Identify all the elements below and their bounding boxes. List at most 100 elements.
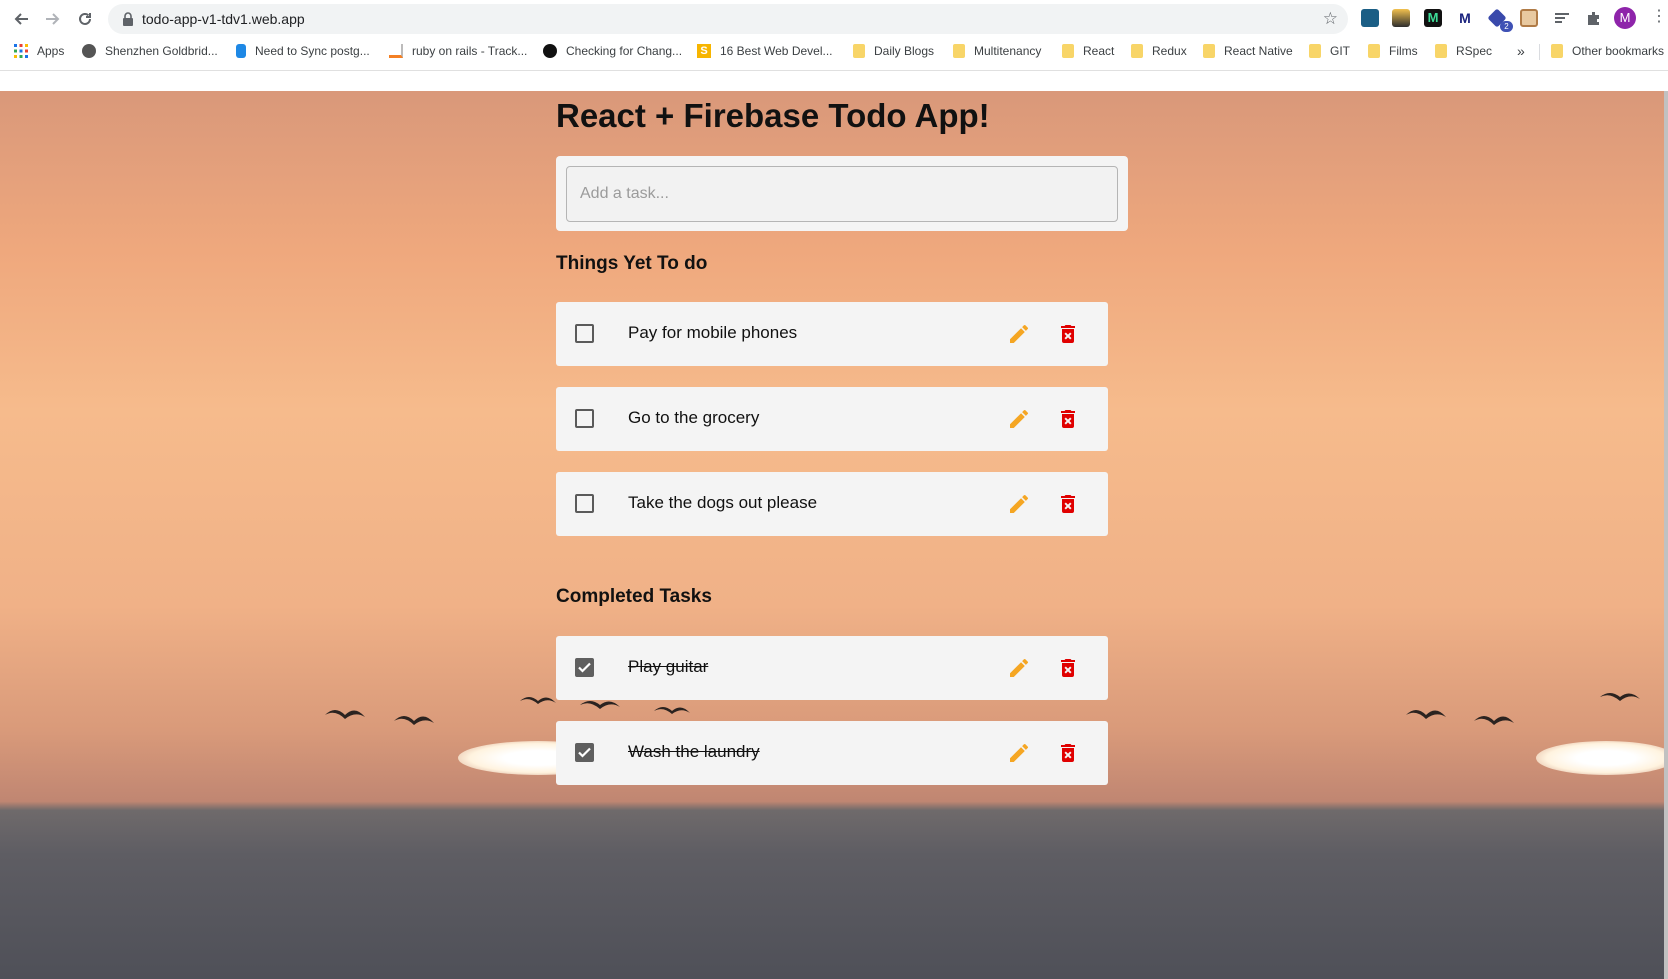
task-checkbox-checked[interactable] — [575, 743, 594, 762]
bookmark-label: Multitenancy — [974, 44, 1042, 58]
checkmark-icon — [578, 662, 591, 673]
lock-icon — [123, 12, 133, 26]
extension-badge: 2 — [1500, 21, 1513, 32]
folder-icon — [1062, 44, 1074, 58]
page-title: React + Firebase Todo App! — [556, 97, 990, 134]
bookmark-shenzhen[interactable]: Shenzhen Goldbrid... — [82, 41, 218, 61]
task-text: Pay for mobile phones — [628, 323, 798, 342]
bookmark-folder-react[interactable]: React — [1062, 41, 1114, 61]
bookmark-16-best-web[interactable]: S 16 Best Web Devel... — [697, 41, 833, 61]
bookmark-star-icon[interactable]: ☆ — [1323, 9, 1338, 29]
bookmark-label: React — [1083, 44, 1115, 58]
forward-icon[interactable] — [42, 8, 64, 30]
completed-section-title: Completed Tasks — [556, 586, 712, 607]
bookmark-label: 16 Best Web Devel... — [720, 44, 833, 58]
todo-item: Take the dogs out please — [556, 472, 1108, 536]
folder-icon — [1203, 44, 1215, 58]
bird-silhouette — [1600, 693, 1640, 701]
profile-avatar[interactable]: M — [1614, 7, 1636, 29]
stackoverflow-icon — [389, 44, 403, 58]
folder-icon — [953, 44, 965, 58]
folder-icon — [1551, 44, 1563, 58]
folder-icon — [1368, 44, 1380, 58]
bookmark-label: ruby on rails - Track... — [412, 44, 528, 58]
bookmark-folder-react-native[interactable]: React Native — [1203, 41, 1293, 61]
chrome-divider — [0, 70, 1668, 71]
bird-silhouette — [654, 707, 690, 714]
bookmark-sync-postgres[interactable]: Need to Sync postg... — [236, 41, 370, 61]
task-checkbox[interactable] — [575, 409, 594, 428]
delete-trash-icon[interactable] — [1056, 492, 1080, 516]
bookmark-ruby-on-rails[interactable]: ruby on rails - Track... — [389, 41, 527, 61]
extension-medium-icon[interactable]: M — [1456, 9, 1474, 27]
bookmark-label: Other bookmarks — [1572, 44, 1665, 58]
folder-icon — [1435, 44, 1447, 58]
bookmark-label: Shenzhen Goldbrid... — [105, 44, 218, 58]
todo-item-completed: Wash the laundry — [556, 721, 1108, 785]
checkmark-icon — [578, 747, 591, 758]
task-checkbox-checked[interactable] — [575, 658, 594, 677]
react-devtools-icon[interactable] — [1361, 9, 1379, 27]
edit-pencil-icon[interactable] — [1007, 407, 1031, 431]
bookmark-label: GIT — [1330, 44, 1350, 58]
back-icon[interactable] — [10, 8, 32, 30]
page-background: React + Firebase Todo App! Things Yet To… — [0, 91, 1664, 979]
delete-trash-icon[interactable] — [1056, 741, 1080, 765]
bookmark-label: React Native — [1224, 44, 1293, 58]
task-text: Go to the grocery — [628, 408, 760, 427]
bookmark-label: Daily Blogs — [874, 44, 935, 58]
folder-icon — [853, 44, 865, 58]
extensions-puzzle-icon[interactable] — [1585, 9, 1603, 27]
bookmark-folder-other[interactable]: Other bookmarks — [1551, 41, 1664, 61]
bird-silhouette — [1474, 716, 1514, 725]
edit-pencil-icon[interactable] — [1007, 492, 1031, 516]
bookmark-folder-rspec[interactable]: RSpec — [1435, 41, 1492, 61]
edit-pencil-icon[interactable] — [1007, 656, 1031, 680]
bookmark-label: Checking for Chang... — [566, 44, 683, 58]
add-task-card — [556, 156, 1128, 231]
bookmark-folder-multitenancy[interactable]: Multitenancy — [953, 41, 1041, 61]
reload-icon[interactable] — [74, 8, 96, 30]
bookmark-apps[interactable]: Apps — [14, 41, 64, 61]
bookmark-label: RSpec — [1456, 44, 1493, 58]
bookmark-folder-redux[interactable]: Redux — [1131, 41, 1187, 61]
extension-box-icon[interactable] — [1520, 9, 1538, 27]
extension-icon[interactable] — [1392, 9, 1410, 27]
todo-item: Pay for mobile phones — [556, 302, 1108, 366]
task-text: Take the dogs out please — [628, 493, 818, 512]
task-checkbox[interactable] — [575, 324, 594, 343]
url-text: todo-app-v1-tdv1.web.app — [142, 11, 305, 27]
address-bar[interactable]: todo-app-v1-tdv1.web.app ☆ — [108, 4, 1348, 34]
task-checkbox[interactable] — [575, 494, 594, 513]
delete-trash-icon[interactable] — [1056, 322, 1080, 346]
task-text: Wash the laundry — [628, 742, 760, 761]
task-text: Play guitar — [628, 657, 709, 676]
bookmarks-bar: Apps Shenzhen Goldbrid... Need to Sync p… — [0, 38, 1668, 62]
bookmark-folder-films[interactable]: Films — [1368, 41, 1418, 61]
bookmark-checking-for-changes[interactable]: Checking for Chang... — [543, 41, 682, 61]
folder-icon — [1131, 44, 1143, 58]
add-task-input[interactable] — [566, 166, 1118, 222]
delete-trash-icon[interactable] — [1056, 407, 1080, 431]
bookmark-label: Apps — [37, 44, 65, 58]
bookmarks-overflow-button[interactable]: » — [1517, 41, 1525, 61]
github-icon — [543, 44, 557, 58]
extension-m-icon[interactable]: M — [1424, 9, 1442, 27]
todo-item-completed: Play guitar — [556, 636, 1108, 700]
globe-icon — [82, 44, 96, 58]
bookmark-folder-git[interactable]: GIT — [1309, 41, 1350, 61]
bird-silhouette — [325, 710, 365, 719]
bird-silhouette — [1406, 710, 1446, 719]
site-s-icon: S — [697, 44, 711, 58]
bookmark-folder-daily-blogs[interactable]: Daily Blogs — [853, 41, 934, 61]
delete-trash-icon[interactable] — [1056, 656, 1080, 680]
edit-pencil-icon[interactable] — [1007, 741, 1031, 765]
reading-list-icon[interactable] — [1553, 9, 1571, 27]
page-scrollbar-thumb[interactable] — [1664, 91, 1668, 979]
bird-silhouette — [394, 716, 434, 725]
bookmark-label: Need to Sync postg... — [255, 44, 370, 58]
browser-menu-icon[interactable]: ⋮ — [1651, 6, 1667, 28]
pending-section-title: Things Yet To do — [556, 253, 708, 274]
edit-pencil-icon[interactable] — [1007, 322, 1031, 346]
sun-glow — [1536, 741, 1664, 775]
